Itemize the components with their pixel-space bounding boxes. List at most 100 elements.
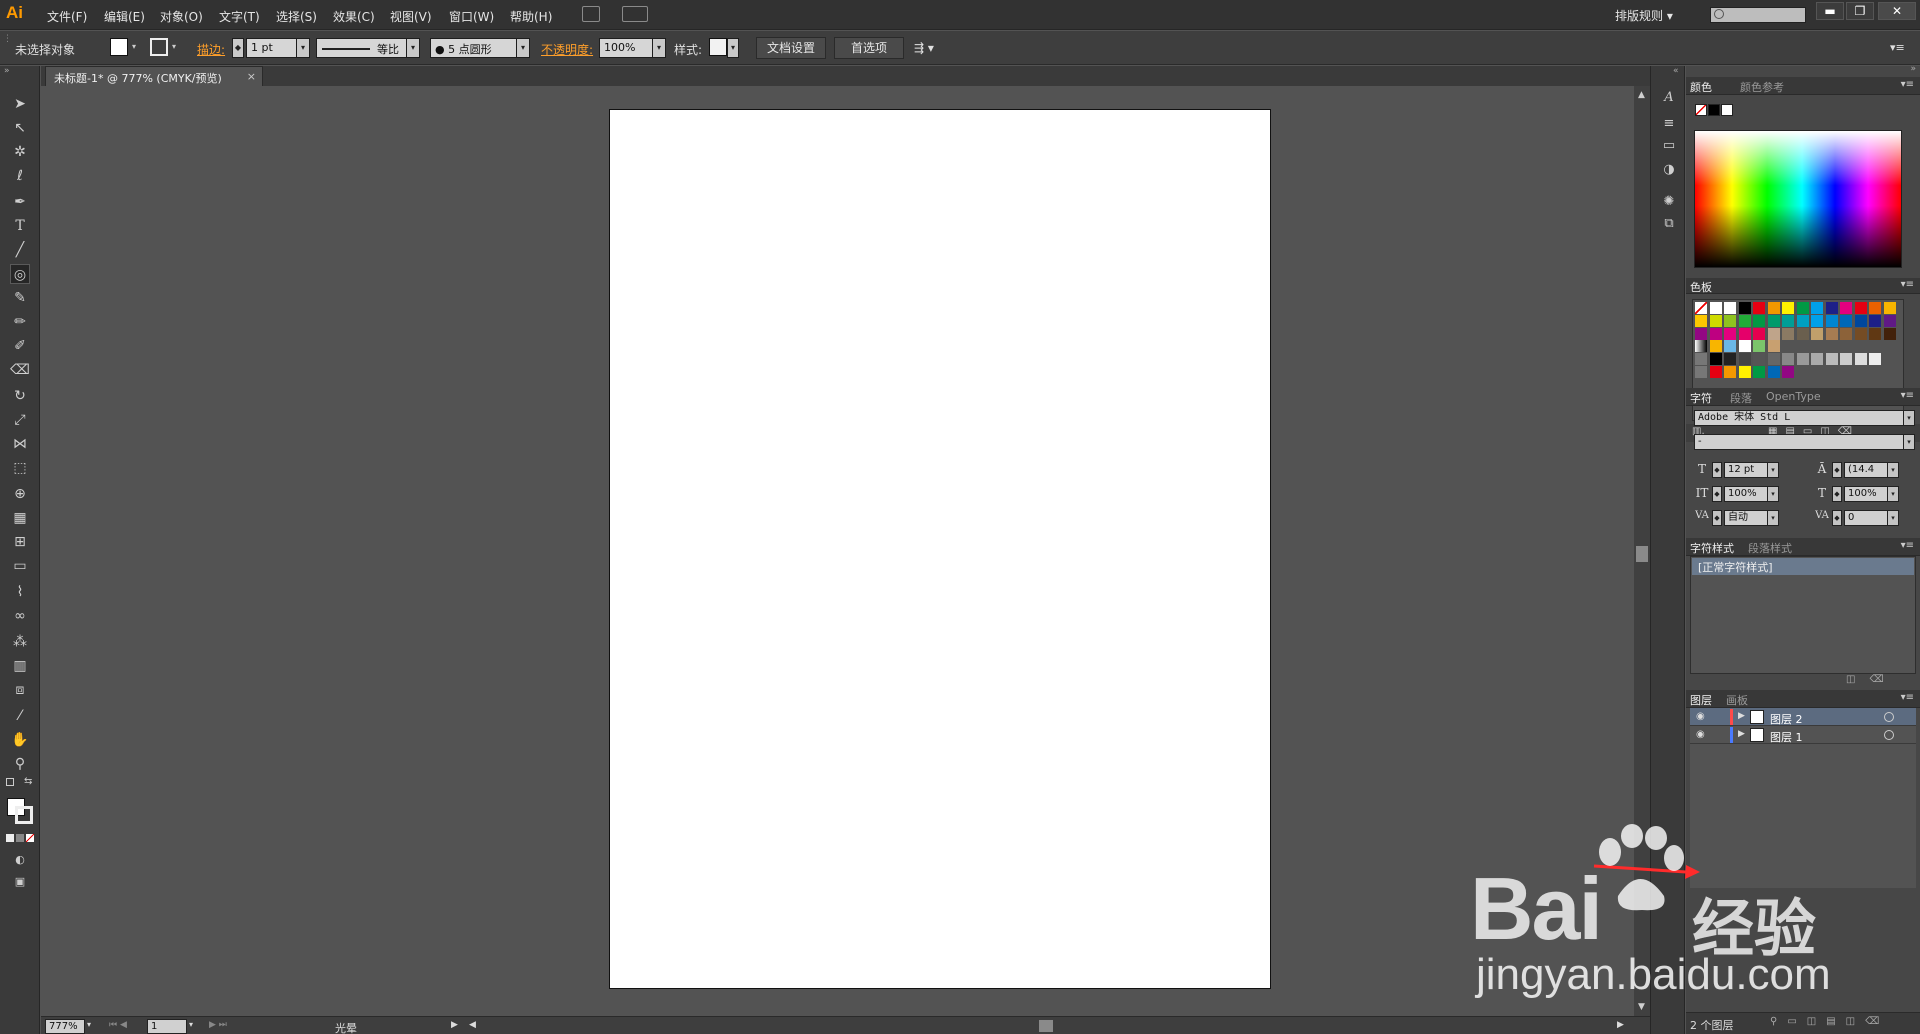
slice-tool-icon[interactable]: ⁄ xyxy=(10,706,30,726)
tracking-stepper[interactable]: ◆ xyxy=(1832,510,1842,526)
profile-dropdown-icon[interactable]: ▾ xyxy=(406,38,420,58)
scale-tool-icon[interactable]: ⤢ xyxy=(10,410,30,430)
lasso-tool-icon[interactable]: ℓ xyxy=(10,166,30,186)
stroke-swatch[interactable] xyxy=(150,38,168,56)
first-artboard-icon[interactable]: ⏮ ◀ xyxy=(109,1020,127,1030)
stroke-weight-field[interactable]: 1 pt xyxy=(246,38,298,58)
swatch[interactable] xyxy=(1724,314,1736,327)
fill-swatch[interactable] xyxy=(110,38,128,56)
scroll-left-icon[interactable]: ◀ xyxy=(469,1020,476,1030)
swatch[interactable] xyxy=(1782,302,1794,314)
artboard-number-field[interactable]: 1 xyxy=(147,1019,187,1034)
align-options-icon[interactable]: ⇶ ▾ xyxy=(914,41,934,55)
bridge-icon[interactable] xyxy=(582,6,600,22)
swatch[interactable] xyxy=(1825,314,1838,327)
pencil-tool-icon[interactable]: ✏ xyxy=(10,312,30,332)
zoom-dropdown-icon[interactable]: ▾ xyxy=(87,1020,91,1029)
next-artboard-icon[interactable]: ▶ ⏭ xyxy=(209,1020,227,1030)
swatch[interactable] xyxy=(1709,314,1722,327)
graphic-style-swatch[interactable] xyxy=(709,38,727,56)
swatch[interactable] xyxy=(1854,302,1867,314)
brush-dropdown-icon[interactable]: ▾ xyxy=(516,38,530,58)
font-style-field[interactable]: - xyxy=(1694,434,1904,450)
font-size-dropdown-icon[interactable]: ▾ xyxy=(1767,462,1779,478)
swatch[interactable] xyxy=(1738,327,1751,340)
stroke-stepper[interactable]: ◆ xyxy=(232,38,244,58)
swatch[interactable] xyxy=(1724,353,1736,366)
stroke-dropdown-icon[interactable]: ▾ xyxy=(168,38,180,58)
swatch[interactable] xyxy=(1753,366,1765,378)
swatch[interactable] xyxy=(1709,302,1722,314)
layer-row[interactable]: ◉ ▶ 图层 1 xyxy=(1690,726,1916,744)
blend-tool-icon[interactable]: ∞ xyxy=(10,606,30,626)
color-panel-menu-icon[interactable]: ▾≡ xyxy=(1901,79,1914,90)
perspective-grid-tool-icon[interactable]: ▦ xyxy=(10,508,30,528)
swatch[interactable] xyxy=(1724,302,1736,314)
swatch[interactable] xyxy=(1782,314,1794,327)
swatch[interactable] xyxy=(1724,366,1736,378)
kerning-stepper[interactable]: ◆ xyxy=(1712,510,1722,526)
arrange-documents-icon[interactable] xyxy=(622,6,648,22)
swatch[interactable] xyxy=(1811,302,1823,314)
none-mode-icon[interactable] xyxy=(26,834,34,842)
swatch[interactable] xyxy=(1753,340,1765,353)
column-graph-tool-icon[interactable]: ▥ xyxy=(10,656,30,676)
swatch[interactable] xyxy=(1753,314,1765,327)
menu-edit[interactable]: 编辑(E) xyxy=(104,8,145,25)
menu-help[interactable]: 帮助(H) xyxy=(510,8,552,25)
kerning-dropdown-icon[interactable]: ▾ xyxy=(1767,510,1779,526)
horizontal-scroll-thumb[interactable] xyxy=(1039,1020,1053,1032)
swatch[interactable] xyxy=(1724,340,1736,353)
opacity-field[interactable]: 100% xyxy=(599,38,653,58)
flare-tool-icon[interactable]: ◎ xyxy=(10,264,30,284)
swatch[interactable] xyxy=(1840,353,1852,366)
vertical-scale-field[interactable]: 100% xyxy=(1724,486,1768,502)
stroke-weight-dropdown-icon[interactable]: ▾ xyxy=(296,38,310,58)
swatch[interactable] xyxy=(1767,366,1780,378)
screen-mode-icon[interactable]: ▣ xyxy=(10,872,30,892)
swatch[interactable] xyxy=(1738,314,1751,327)
swatch[interactable] xyxy=(1709,327,1722,340)
tab-opentype[interactable]: OpenType xyxy=(1766,390,1821,403)
swatch[interactable] xyxy=(1854,314,1867,327)
horizontal-scale-dropdown-icon[interactable]: ▾ xyxy=(1887,486,1899,502)
search-input[interactable] xyxy=(1710,7,1806,23)
swatch[interactable] xyxy=(1695,327,1707,340)
font-size-stepper[interactable]: ◆ xyxy=(1712,462,1722,478)
menu-file[interactable]: 文件(F) xyxy=(47,8,87,25)
symbol-sprayer-tool-icon[interactable]: ⁂ xyxy=(10,632,30,652)
layers-actions-icons[interactable]: ⚲▭◫▤◫⌫ xyxy=(1770,1016,1889,1027)
fill-dropdown-icon[interactable]: ▾ xyxy=(128,38,140,58)
panels-collapse-icon[interactable]: » xyxy=(1910,64,1916,74)
document-setup-button[interactable]: 文档设置 xyxy=(756,37,826,59)
workspace-switcher[interactable]: 排版规则 ▾ xyxy=(1615,7,1673,24)
style-dropdown-icon[interactable]: ▾ xyxy=(727,38,739,58)
gradient-mode-icon[interactable] xyxy=(16,834,24,842)
close-button[interactable]: ✕ xyxy=(1878,2,1916,20)
leading-stepper[interactable]: ◆ xyxy=(1832,462,1842,478)
font-style-dropdown-icon[interactable]: ▾ xyxy=(1903,434,1915,450)
font-size-field[interactable]: 12 pt xyxy=(1724,462,1768,478)
line-tool-icon[interactable]: ╱ xyxy=(10,240,30,260)
swatch[interactable] xyxy=(1767,302,1780,314)
appearance-panel-icon[interactable]: ◑ xyxy=(1659,162,1679,180)
swatch[interactable] xyxy=(1883,327,1896,340)
paragraph-panel-icon[interactable]: ≡ xyxy=(1659,116,1679,134)
swatch[interactable] xyxy=(1840,327,1852,340)
layer-name[interactable]: 图层 1 xyxy=(1770,729,1803,745)
white-color-icon[interactable] xyxy=(1721,104,1733,116)
eyedropper-tool-icon[interactable]: ⌇ xyxy=(10,582,30,602)
swatch[interactable] xyxy=(1796,327,1809,340)
character-panel-icon[interactable]: A xyxy=(1659,90,1679,108)
stroke-color-swatch[interactable] xyxy=(15,806,33,824)
menu-view[interactable]: 视图(V) xyxy=(390,8,432,25)
layer-name[interactable]: 图层 2 xyxy=(1770,711,1803,727)
layer-target-icon[interactable] xyxy=(1884,730,1894,740)
shape-builder-tool-icon[interactable]: ⊕ xyxy=(10,484,30,504)
swatch[interactable] xyxy=(1883,314,1896,327)
menu-type[interactable]: 文字(T) xyxy=(219,8,260,25)
gradient-tool-icon[interactable]: ▭ xyxy=(10,556,30,576)
symbols-panel-icon[interactable]: ✺ xyxy=(1659,194,1679,212)
zoom-field[interactable]: 777% xyxy=(45,1019,85,1034)
menu-window[interactable]: 窗口(W) xyxy=(449,8,494,25)
